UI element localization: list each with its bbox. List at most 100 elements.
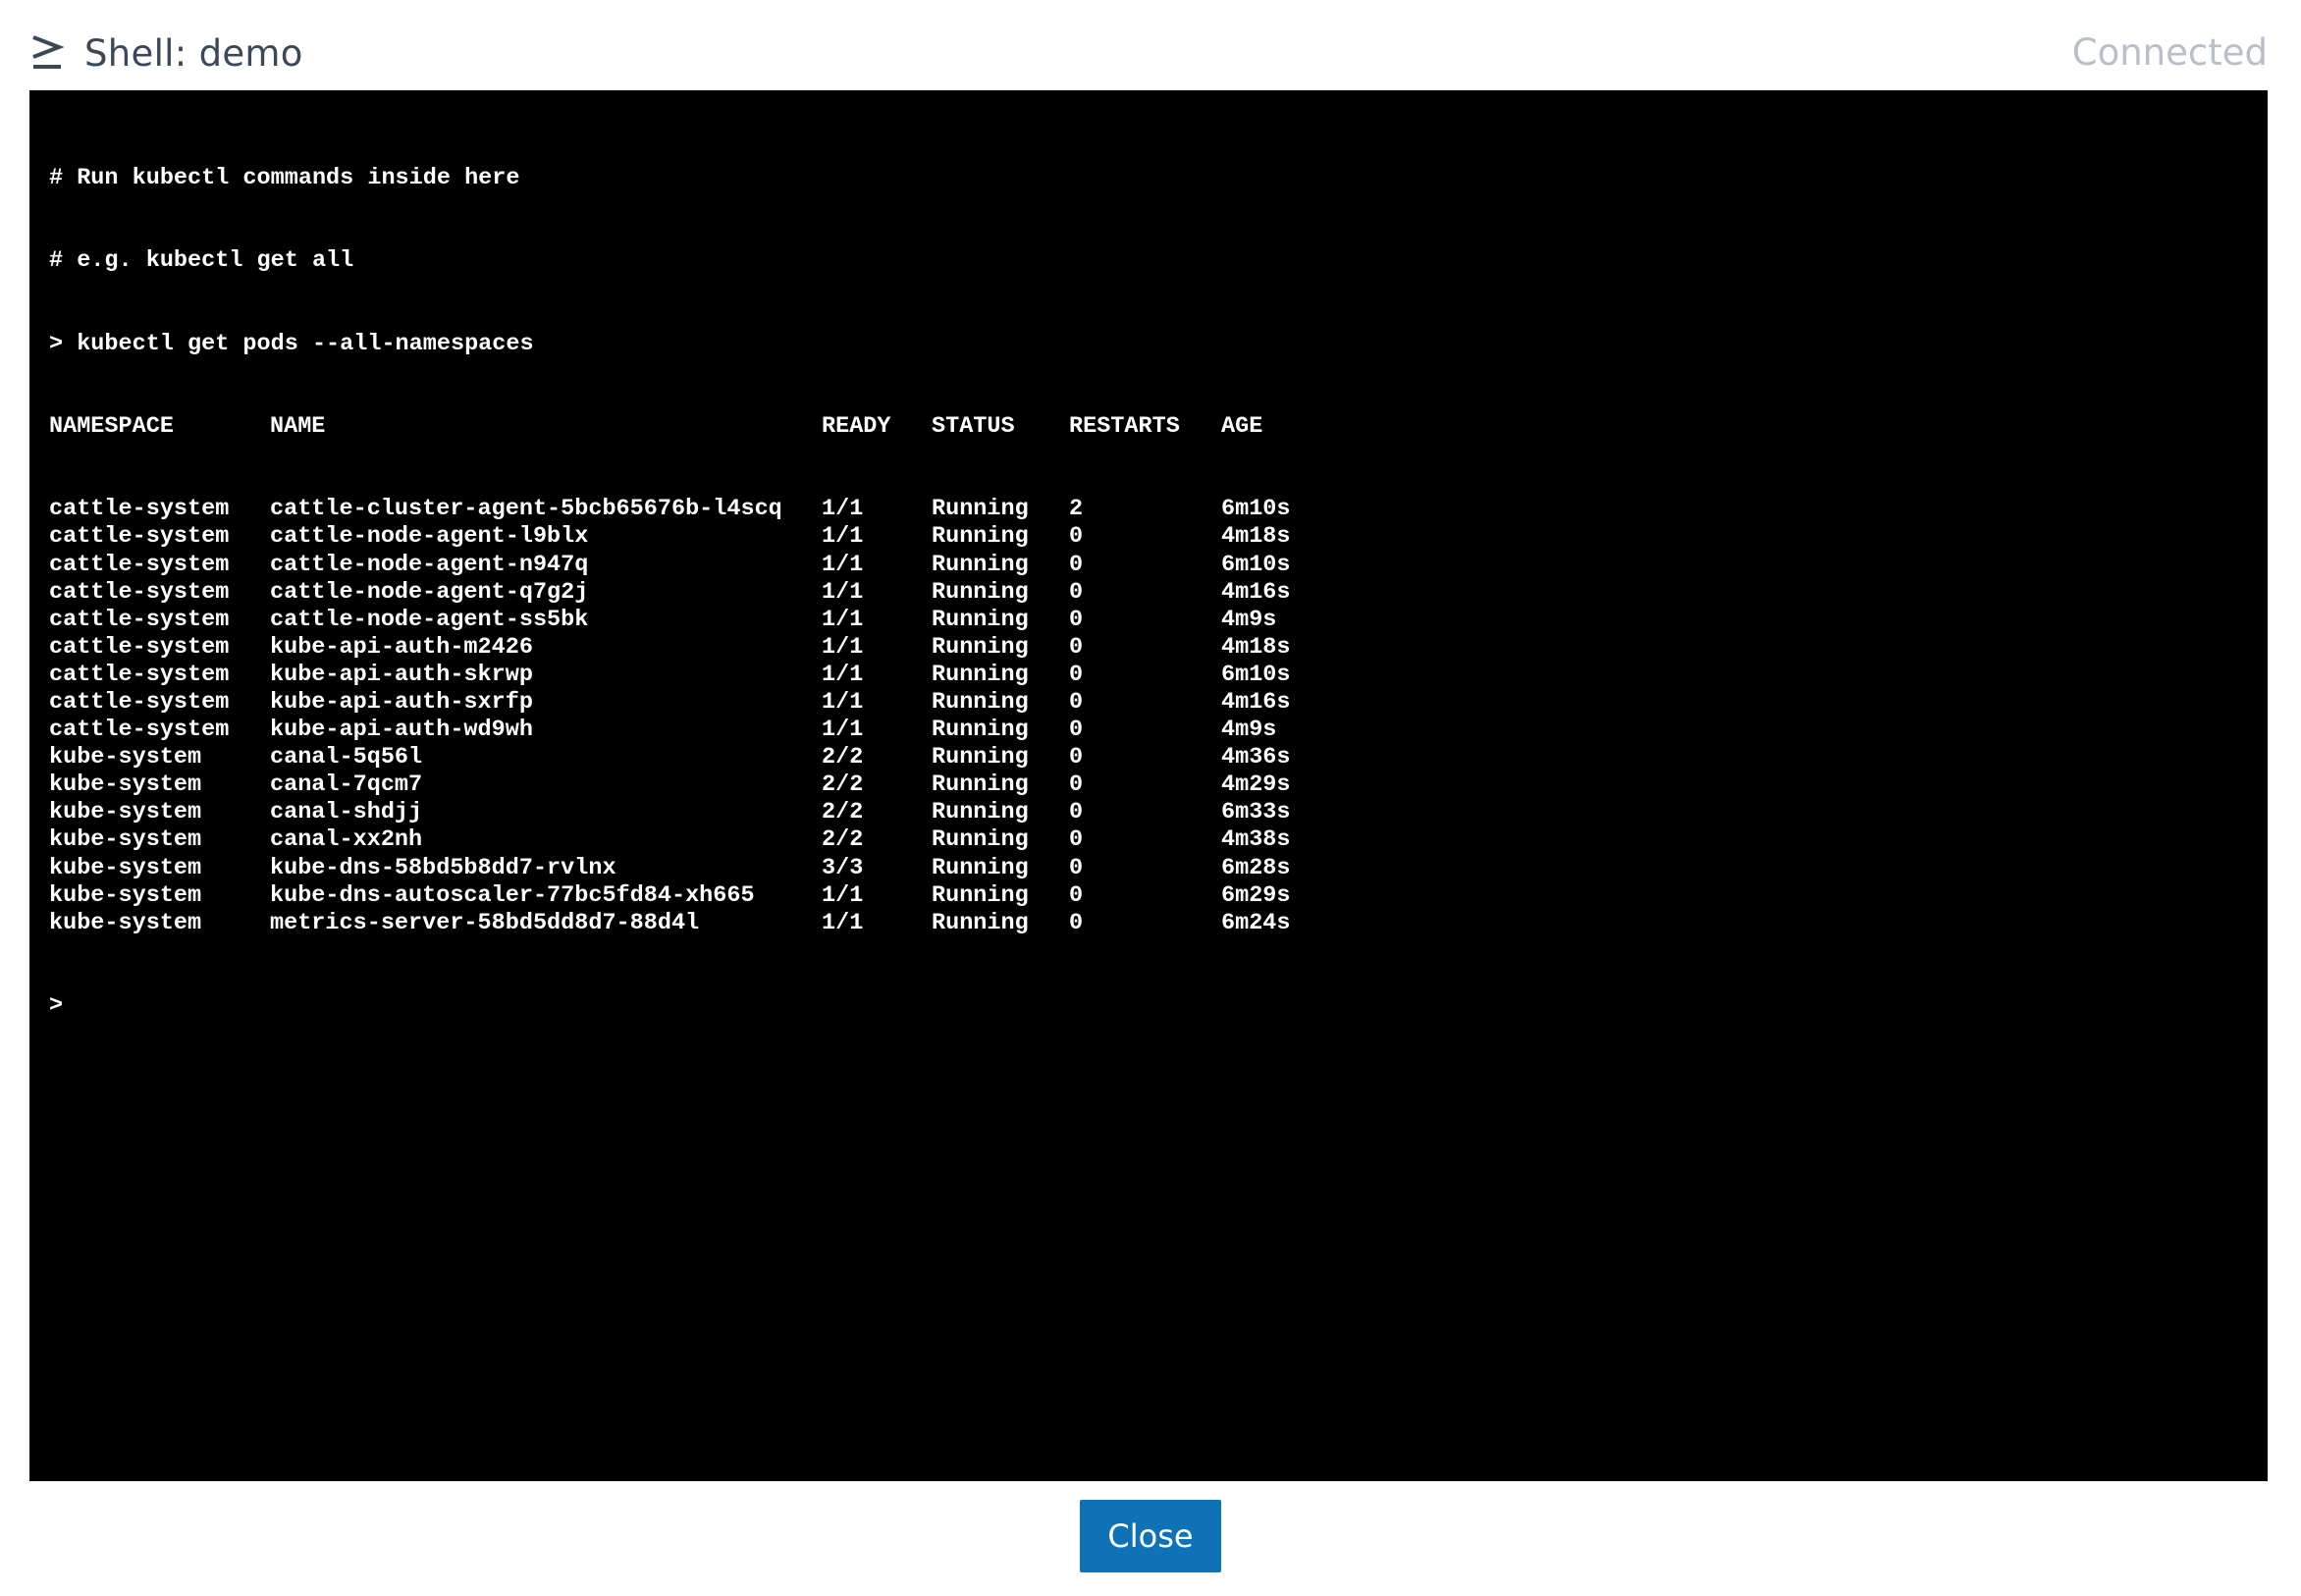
pod-age: 4m16s <box>1221 578 1291 606</box>
terminal-comment-line: # Run kubectl commands inside here <box>49 165 520 192</box>
table-row: cattle-system cattle-node-agent-n947q 1/1 R… <box>49 552 2248 579</box>
table-row: cattle-system kube-api-auth-wd9wh 1/1 Runni… <box>49 717 2248 744</box>
pod-name: canal-5q56l <box>270 744 423 771</box>
pod-restarts: 0 <box>1069 771 1084 799</box>
pod-ready: 1/1 <box>822 633 864 661</box>
pod-ready: 1/1 <box>822 909 864 936</box>
pod-name: metrics-server-58bd5dd8d7-88d4l <box>270 909 700 936</box>
pod-restarts: 0 <box>1069 909 1084 936</box>
column-header-status: STATUS <box>932 413 1015 441</box>
pod-name: kube-api-auth-skrwp <box>270 661 533 688</box>
pod-namespace: cattle-system <box>49 606 230 633</box>
pod-ready: 3/3 <box>822 854 864 881</box>
pod-status: Running <box>932 799 1029 826</box>
pod-ready: 2/2 <box>822 826 864 854</box>
pod-name: kube-api-auth-m2426 <box>270 633 533 661</box>
pod-ready: 1/1 <box>822 661 864 688</box>
pod-ready: 1/1 <box>822 606 864 633</box>
pod-namespace: kube-system <box>49 881 202 909</box>
terminal-prompt[interactable]: > <box>49 992 2248 1020</box>
pod-namespace: cattle-system <box>49 578 230 606</box>
pod-age: 4m18s <box>1221 633 1291 661</box>
table-row: kube-system kube-dns-58bd5b8dd7-rvlnx 3/3 R… <box>49 855 2248 882</box>
pod-status: Running <box>932 744 1029 771</box>
pod-age: 6m33s <box>1221 799 1291 826</box>
table-row: cattle-system cattle-node-agent-q7g2j 1/1 R… <box>49 579 2248 607</box>
table-row: cattle-system kube-api-auth-skrwp 1/1 Runni… <box>49 662 2248 689</box>
pod-status: Running <box>932 661 1029 688</box>
pod-age: 4m36s <box>1221 744 1291 771</box>
pod-namespace: kube-system <box>49 799 202 826</box>
pod-status: Running <box>932 717 1029 744</box>
column-header-namespace: NAMESPACE <box>49 413 174 441</box>
table-row: kube-system metrics-server-58bd5dd8d7-88d… <box>49 910 2248 937</box>
pod-ready: 1/1 <box>822 578 864 606</box>
pod-restarts: 2 <box>1069 496 1084 523</box>
pods-table-body: cattle-system cattle-cluster-agent-5bcb65… <box>49 496 2248 937</box>
table-row: kube-system canal-xx2nh 2/2 Running 0 4m38s <box>49 826 2248 854</box>
pod-age: 6m24s <box>1221 909 1291 936</box>
pod-status: Running <box>932 688 1029 716</box>
pods-table-header: NAMESPACE NAME READY STATUS RESTARTS AGE <box>49 413 2248 441</box>
pod-restarts: 0 <box>1069 688 1084 716</box>
terminal-comment-line: # e.g. kubectl get all <box>49 247 354 275</box>
pod-restarts: 0 <box>1069 744 1084 771</box>
pod-name: kube-dns-autoscaler-77bc5fd84-xh665 <box>270 881 755 909</box>
pod-age: 6m10s <box>1221 496 1291 523</box>
connection-status: Connected <box>2071 31 2268 74</box>
pod-age: 4m9s <box>1221 717 1277 744</box>
pod-age: 4m9s <box>1221 606 1277 633</box>
table-row: cattle-system cattle-cluster-agent-5bcb65… <box>49 496 2248 523</box>
dialog-footer: Close <box>0 1500 2301 1572</box>
pod-namespace: cattle-system <box>49 717 230 744</box>
pod-restarts: 0 <box>1069 881 1084 909</box>
pod-name: cattle-node-agent-n947q <box>270 551 589 578</box>
pod-namespace: cattle-system <box>49 551 230 578</box>
pod-name: cattle-cluster-agent-5bcb65676b-l4scq <box>270 496 782 523</box>
close-button[interactable]: Close <box>1080 1500 1221 1572</box>
pod-ready: 2/2 <box>822 771 864 799</box>
pod-restarts: 0 <box>1069 661 1084 688</box>
pod-ready: 2/2 <box>822 799 864 826</box>
pod-ready: 1/1 <box>822 717 864 744</box>
pod-age: 6m29s <box>1221 881 1291 909</box>
pod-status: Running <box>932 826 1029 854</box>
shell-header: Shell: demo Connected <box>29 22 2268 84</box>
pod-name: cattle-node-agent-l9blx <box>270 523 589 551</box>
pod-age: 4m16s <box>1221 688 1291 716</box>
terminal-prompt-icon <box>29 33 67 73</box>
column-header-name: NAME <box>270 413 326 441</box>
table-row: kube-system canal-5q56l 2/2 Running 0 4m36s <box>49 744 2248 771</box>
pod-namespace: cattle-system <box>49 523 230 551</box>
pod-name: canal-7qcm7 <box>270 771 423 799</box>
pod-namespace: cattle-system <box>49 496 230 523</box>
pod-age: 6m28s <box>1221 854 1291 881</box>
terminal-window[interactable]: # Run kubectl commands inside here # e.g… <box>29 90 2268 1481</box>
pod-status: Running <box>932 523 1029 551</box>
pod-status: Running <box>932 771 1029 799</box>
pod-restarts: 0 <box>1069 606 1084 633</box>
pod-age: 4m38s <box>1221 826 1291 854</box>
pod-namespace: kube-system <box>49 854 202 881</box>
pod-namespace: cattle-system <box>49 633 230 661</box>
pod-ready: 1/1 <box>822 551 864 578</box>
pod-name: kube-dns-58bd5b8dd7-rvlnx <box>270 854 616 881</box>
terminal-output: # Run kubectl commands inside here # e.g… <box>49 110 2248 1075</box>
shell-title-group: Shell: demo <box>29 22 303 84</box>
pod-status: Running <box>932 633 1029 661</box>
pod-namespace: kube-system <box>49 826 202 854</box>
pod-restarts: 0 <box>1069 633 1084 661</box>
pod-ready: 1/1 <box>822 496 864 523</box>
page-title: Shell: demo <box>84 31 303 75</box>
column-header-restarts: RESTARTS <box>1069 413 1180 441</box>
table-row: kube-system canal-shdjj 2/2 Running 0 6m33s <box>49 799 2248 826</box>
pod-restarts: 0 <box>1069 799 1084 826</box>
pod-status: Running <box>932 578 1029 606</box>
table-row: kube-system kube-dns-autoscaler-77bc5fd84… <box>49 882 2248 910</box>
pod-restarts: 0 <box>1069 551 1084 578</box>
pod-restarts: 0 <box>1069 854 1084 881</box>
pod-age: 6m10s <box>1221 661 1291 688</box>
pod-age: 4m29s <box>1221 771 1291 799</box>
pod-ready: 1/1 <box>822 688 864 716</box>
table-row: cattle-system cattle-node-agent-l9blx 1/1 R… <box>49 523 2248 551</box>
